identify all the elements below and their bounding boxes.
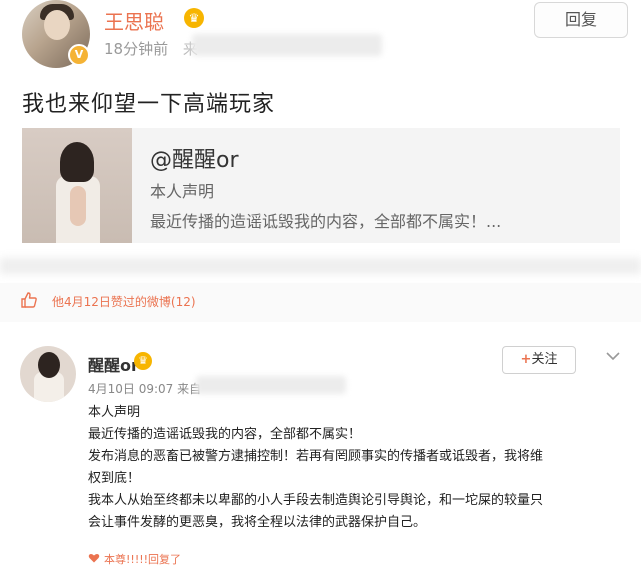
vip-crown-icon: ♛ [184,8,204,28]
card-line-2: 最近传播的造谣诋毁我的内容，全部都不属实！... [150,212,502,231]
liked-post: 醒醒or ♛ +关注 4月10日 09:07 来自 本人声明 最近传播的造谣诋毁… [0,322,641,571]
body-line: 我本人从始至终都未以卑鄙的小人手段去制造舆论引导舆论，和一坨屎的较量只 [88,493,544,508]
avatar[interactable] [20,346,76,402]
post-time-label: 18分钟前 [104,40,169,58]
top-post: V 王思聪 ♛ 18分钟前 来 回复 我也来仰望一下高端玩家 @醒醒or 本人声… [0,0,641,283]
blurred-divider [0,258,641,274]
vip-crown-icon: ♛ [134,352,152,370]
quoted-card[interactable]: @醒醒or 本人声明 最近传播的造谣诋毁我的内容，全部都不属实！... [22,128,620,243]
author-replied-text[interactable]: 本尊!!!!!回复了 [104,551,181,567]
thumb-up-icon [21,292,37,308]
body-line: 本人声明 [88,405,141,420]
post-time: 18分钟前 来 [104,38,198,59]
liked-posts-bar[interactable]: 他4月12日赞过的微博(12) [0,284,641,318]
body-line: 会让事件发酵的更恶臭，我将全程以法律的武器保护自己。 [88,515,427,530]
body-line: 发布消息的恶畜已被警方逮捕控制！若再有罔顾事实的传播者或诋毁者，我将维 [88,449,544,464]
liked-post-username[interactable]: 醒醒or [88,352,139,376]
liked-post-time: 4月10日 09:07 来自 [88,382,202,396]
post-text: 我也来仰望一下高端玩家 [22,92,276,117]
verified-badge-icon: V [68,44,90,66]
redacted-source [196,376,346,394]
card-title: @醒醒or [150,148,239,173]
post-username[interactable]: 王思聪 [104,6,164,35]
reply-button[interactable]: 回复 [534,2,628,38]
chevron-down-icon[interactable] [604,348,622,364]
heart-icon [88,553,100,563]
avatar-hair [38,352,60,378]
thumbnail-back [70,186,86,226]
body-line: 权到底！ [88,471,141,486]
liked-post-body: 本人声明 最近传播的造谣诋毁我的内容，全部都不属实！ 发布消息的恶畜已被警方逮捕… [88,402,628,534]
body-line: 最近传播的造谣诋毁我的内容，全部都不属实！ [88,427,362,442]
avatar-face [44,10,70,40]
plus-icon: + [520,352,532,367]
thumbnail-hair [60,142,94,182]
redacted-source [192,34,382,56]
follow-button[interactable]: +关注 [502,346,576,374]
card-line-1: 本人声明 [150,182,215,201]
liked-posts-text[interactable]: 他4月12日赞过的微博(12) [52,293,196,310]
card-thumbnail [22,128,132,243]
follow-label: 关注 [531,352,558,367]
